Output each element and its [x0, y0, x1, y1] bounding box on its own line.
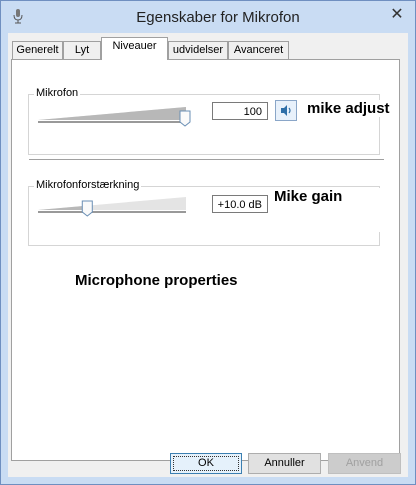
microphone-group-label: Mikrofon [34, 87, 81, 99]
mike-gain-annotation: Mike gain [270, 188, 397, 232]
microphone-properties-caption: Microphone properties [75, 272, 238, 289]
tab-avanceret[interactable]: Avanceret [228, 41, 289, 59]
tab-lyt[interactable]: Lyt [63, 41, 101, 59]
mike-adjust-annotation: mike adjust [307, 100, 390, 117]
separator [29, 159, 384, 160]
mute-button[interactable] [275, 100, 297, 121]
cancel-button[interactable]: Annuller [248, 453, 321, 474]
title-bar[interactable]: Egenskaber for Mikrofon ✕ [1, 1, 415, 33]
slider-thumb[interactable] [179, 110, 191, 127]
slider-fill [38, 205, 88, 210]
properties-window: Egenskaber for Mikrofon ✕ Generelt Lyt N… [0, 0, 416, 485]
ok-button[interactable]: OK [170, 453, 242, 474]
window-title: Egenskaber for Mikrofon [136, 9, 300, 26]
apply-button[interactable]: Anvend [328, 453, 401, 474]
tab-udvidelser[interactable]: udvidelser [168, 41, 228, 59]
levels-panel: Mikrofon 100 mike adjust Mikrofonforstær… [11, 59, 400, 461]
boost-value[interactable]: +10.0 dB [212, 195, 268, 213]
tab-niveauer[interactable]: Niveauer [101, 37, 168, 60]
microphone-icon [10, 8, 26, 24]
boost-slider[interactable] [36, 195, 192, 217]
tab-generelt[interactable]: Generelt [12, 41, 63, 59]
boost-group-label: Mikrofonforstærkning [34, 179, 142, 191]
speaker-icon [276, 105, 296, 123]
close-icon[interactable]: ✕ [386, 6, 408, 24]
slider-fill [38, 107, 186, 120]
client-area: Generelt Lyt Niveauer udvidelser Avancer… [8, 33, 408, 477]
microphone-volume-slider[interactable] [36, 105, 192, 127]
microphone-volume-value[interactable]: 100 [212, 102, 268, 120]
slider-thumb[interactable] [81, 200, 93, 217]
